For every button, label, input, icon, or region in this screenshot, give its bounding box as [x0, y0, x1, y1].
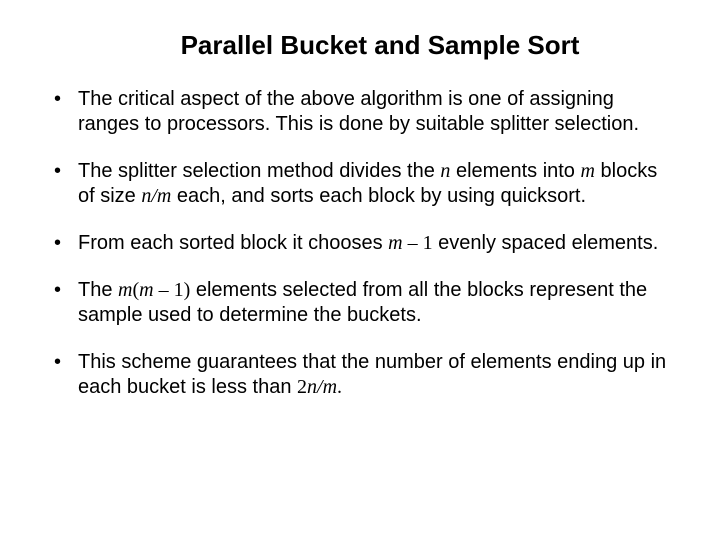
math-var: n [440, 160, 450, 182]
bullet-item: The splitter selection method divides th… [50, 159, 670, 209]
bullet-item: From each sorted block it chooses m – 1 … [50, 231, 670, 256]
math-op: – [154, 279, 174, 301]
bullet-list: The critical aspect of the above algorit… [50, 87, 670, 400]
math-num: 1 [423, 232, 433, 254]
math-var: m [388, 232, 402, 254]
bullet-text: The critical aspect of the above algorit… [78, 88, 639, 135]
math-var: m [118, 279, 132, 301]
math-var: n/m [307, 376, 337, 398]
bullet-text: The splitter selection method divides th… [78, 160, 440, 182]
bullet-text: The [78, 279, 118, 301]
bullet-text: each, and sorts each block by using quic… [171, 185, 586, 207]
bullet-text: elements into [450, 160, 580, 182]
slide-title: Parallel Bucket and Sample Sort [50, 30, 670, 61]
math-num: 1 [174, 279, 184, 301]
math-op: – [403, 232, 423, 254]
math-num: 2 [297, 376, 307, 398]
math-var: m [581, 160, 595, 182]
bullet-text: This scheme guarantees that the number o… [78, 351, 666, 398]
bullet-text: evenly spaced elements. [433, 232, 659, 254]
bullet-item: The m(m – 1) elements selected from all … [50, 278, 670, 328]
math-var: m [139, 279, 153, 301]
slide: Parallel Bucket and Sample Sort The crit… [0, 0, 720, 540]
bullet-item: This scheme guarantees that the number o… [50, 350, 670, 400]
math-var: n/m [141, 185, 171, 207]
bullet-item: The critical aspect of the above algorit… [50, 87, 670, 137]
bullet-text: From each sorted block it chooses [78, 232, 388, 254]
bullet-text: . [337, 376, 342, 398]
